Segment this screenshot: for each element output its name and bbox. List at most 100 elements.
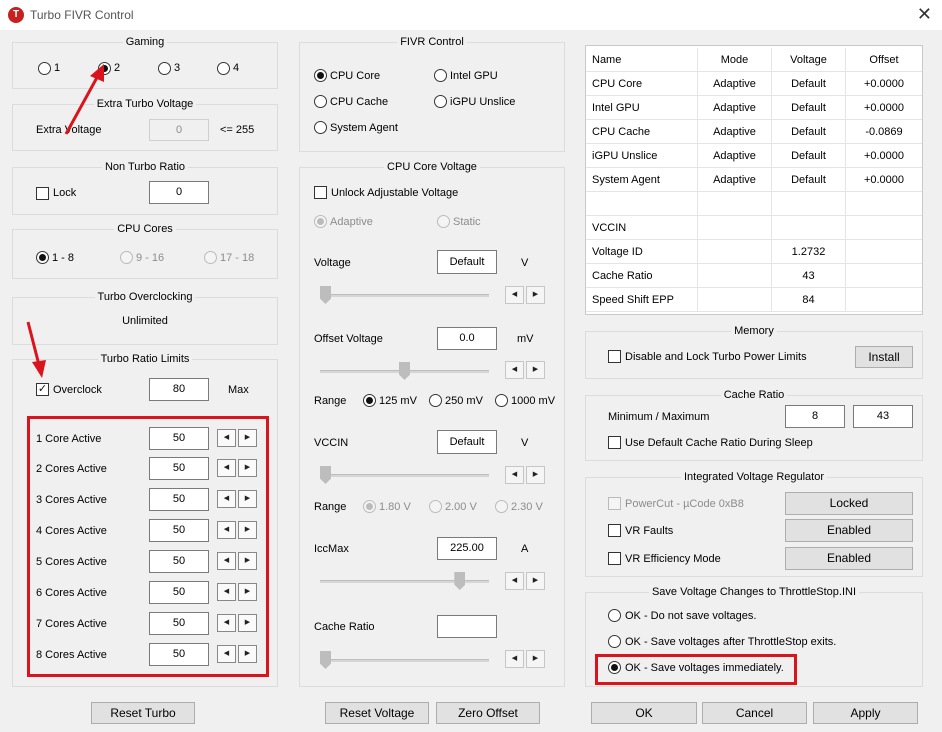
reset-voltage-button[interactable]: Reset Voltage bbox=[325, 702, 429, 724]
table-row: VCCIN bbox=[586, 216, 922, 240]
core-active-spinner[interactable]: ◀ ▶ bbox=[217, 552, 257, 570]
turbo-oc-title: Turbo Overclocking bbox=[94, 291, 196, 303]
vr-efficiency-button[interactable]: Enabled bbox=[785, 547, 913, 570]
cancel-button[interactable]: Cancel bbox=[702, 702, 807, 724]
core-active-input[interactable]: 50 bbox=[149, 550, 209, 573]
fivr-label-cpu-cache: CPU Cache bbox=[330, 96, 389, 108]
core-active-input[interactable]: 50 bbox=[149, 581, 209, 604]
close-icon[interactable]: ✕ bbox=[917, 4, 932, 25]
core-active-label: 3 Cores Active bbox=[36, 494, 107, 506]
core-active-spinner[interactable]: ◀ ▶ bbox=[217, 521, 257, 539]
static-radio[interactable] bbox=[437, 215, 450, 228]
core-active-spinner[interactable]: ◀ ▶ bbox=[217, 614, 257, 632]
core-active-spinner[interactable]: ◀ ▶ bbox=[217, 490, 257, 508]
save-radio-immediately[interactable] bbox=[608, 661, 621, 674]
table-header-cell: Name bbox=[586, 48, 698, 72]
cores-label-17-18: 17 - 18 bbox=[220, 252, 255, 264]
range-label-1000: 1000 mV bbox=[511, 395, 556, 407]
zero-offset-button[interactable]: Zero Offset bbox=[436, 702, 540, 724]
lock-checkbox[interactable] bbox=[36, 187, 49, 200]
voltage-unit: V bbox=[521, 257, 529, 269]
window-title: Turbo FIVR Control bbox=[30, 8, 134, 22]
core-active-spinner[interactable]: ◀ ▶ bbox=[217, 429, 257, 447]
fivr-label-cpu-core: CPU Core bbox=[330, 70, 381, 82]
save-radio-exit[interactable] bbox=[608, 635, 621, 648]
core-active-input[interactable]: 50 bbox=[149, 488, 209, 511]
offset-voltage-label: Offset Voltage bbox=[314, 333, 383, 345]
ok-button[interactable]: OK bbox=[591, 702, 697, 724]
gaming-radio-4[interactable] bbox=[217, 62, 230, 75]
offset-spinner[interactable]: ◀ ▶ bbox=[505, 361, 545, 379]
range-radio-1000[interactable] bbox=[495, 394, 508, 407]
vccin-slider[interactable] bbox=[320, 474, 489, 477]
reset-turbo-button[interactable]: Reset Turbo bbox=[91, 702, 195, 724]
voltage-spinner[interactable]: ◀ ▶ bbox=[505, 286, 545, 304]
core-active-spinner[interactable]: ◀ ▶ bbox=[217, 459, 257, 477]
gaming-radio-3[interactable] bbox=[158, 62, 171, 75]
install-button[interactable]: Install bbox=[855, 346, 913, 368]
fivr-radio-cpu-cache[interactable] bbox=[314, 95, 327, 108]
fivr-radio-igpu-unslice[interactable] bbox=[434, 95, 447, 108]
turbo-ratio-highlight bbox=[27, 416, 269, 677]
vr-faults-button[interactable]: Enabled bbox=[785, 519, 913, 542]
range2-radio-230[interactable] bbox=[495, 500, 508, 513]
table-cell bbox=[846, 240, 922, 264]
fivr-radio-cpu-core[interactable] bbox=[314, 69, 327, 82]
gaming-radio-1[interactable] bbox=[38, 62, 51, 75]
apply-button[interactable]: Apply bbox=[813, 702, 918, 724]
overclock-checkbox[interactable]: ✓ bbox=[36, 383, 49, 396]
cores-radio-1-8[interactable] bbox=[36, 251, 49, 264]
core-active-input[interactable]: 50 bbox=[149, 612, 209, 635]
min-max-label: Minimum / Maximum bbox=[608, 411, 710, 423]
core-active-spinner[interactable]: ◀ ▶ bbox=[217, 583, 257, 601]
range-radio-125[interactable] bbox=[363, 394, 376, 407]
core-active-input[interactable]: 50 bbox=[149, 427, 209, 450]
cache-ratio-slider[interactable] bbox=[320, 659, 489, 662]
fivr-label-intel-gpu: Intel GPU bbox=[450, 70, 498, 82]
cache-min-input[interactable]: 8 bbox=[785, 405, 845, 428]
non-turbo-input[interactable]: 0 bbox=[149, 181, 209, 204]
vr-efficiency-checkbox[interactable] bbox=[608, 552, 621, 565]
power-limits-checkbox[interactable] bbox=[608, 350, 621, 363]
cache-sleep-checkbox[interactable] bbox=[608, 436, 621, 449]
table-cell: Adaptive bbox=[698, 120, 772, 144]
unlock-voltage-checkbox[interactable] bbox=[314, 186, 327, 199]
range-label: Range bbox=[314, 395, 347, 407]
vr-faults-checkbox[interactable] bbox=[608, 524, 621, 537]
range2-radio-200[interactable] bbox=[429, 500, 442, 513]
table-cell bbox=[698, 288, 772, 312]
cache-ratio-spinner[interactable]: ◀ ▶ bbox=[505, 650, 545, 668]
gaming-label-3: 3 bbox=[174, 62, 181, 74]
fivr-radio-system-agent[interactable] bbox=[314, 121, 327, 134]
save-radio-none[interactable] bbox=[608, 609, 621, 622]
range-radio-250[interactable] bbox=[429, 394, 442, 407]
table-cell bbox=[772, 216, 846, 240]
core-active-spinner[interactable]: ◀ ▶ bbox=[217, 645, 257, 663]
cache-max-input[interactable]: 43 bbox=[853, 405, 913, 428]
powercut-checkbox[interactable] bbox=[608, 497, 621, 510]
vccin-label: VCCIN bbox=[314, 437, 349, 449]
cores-radio-17-18[interactable] bbox=[204, 251, 217, 264]
table-cell: +0.0000 bbox=[863, 150, 905, 162]
powercut-locked-button[interactable]: Locked bbox=[785, 492, 913, 515]
cores-label-1-8: 1 - 8 bbox=[52, 252, 75, 264]
range2-radio-180[interactable] bbox=[363, 500, 376, 513]
extra-voltage-input[interactable]: 0 bbox=[149, 119, 209, 141]
core-active-input[interactable]: 50 bbox=[149, 643, 209, 666]
voltage-slider[interactable] bbox=[320, 294, 489, 297]
core-active-input[interactable]: 50 bbox=[149, 457, 209, 480]
core-active-label: 7 Cores Active bbox=[36, 618, 107, 630]
overclock-max-input[interactable]: 80 bbox=[149, 378, 209, 401]
cores-radio-9-16[interactable] bbox=[120, 251, 133, 264]
title-bar: T Turbo FIVR Control ✕ bbox=[0, 0, 942, 30]
table-cell bbox=[846, 216, 922, 240]
vccin-spinner[interactable]: ◀ ▶ bbox=[505, 466, 545, 484]
adaptive-radio[interactable] bbox=[314, 215, 327, 228]
iccmax-spinner[interactable]: ◀ ▶ bbox=[505, 572, 545, 590]
table-row: Voltage ID 1.2732 bbox=[586, 240, 922, 264]
core-active-input[interactable]: 50 bbox=[149, 519, 209, 542]
fivr-radio-intel-gpu[interactable] bbox=[434, 69, 447, 82]
table-cell: CPU Core bbox=[586, 72, 698, 96]
turbo-ratio-title: Turbo Ratio Limits bbox=[97, 353, 193, 365]
core-active-label: 4 Cores Active bbox=[36, 525, 107, 537]
